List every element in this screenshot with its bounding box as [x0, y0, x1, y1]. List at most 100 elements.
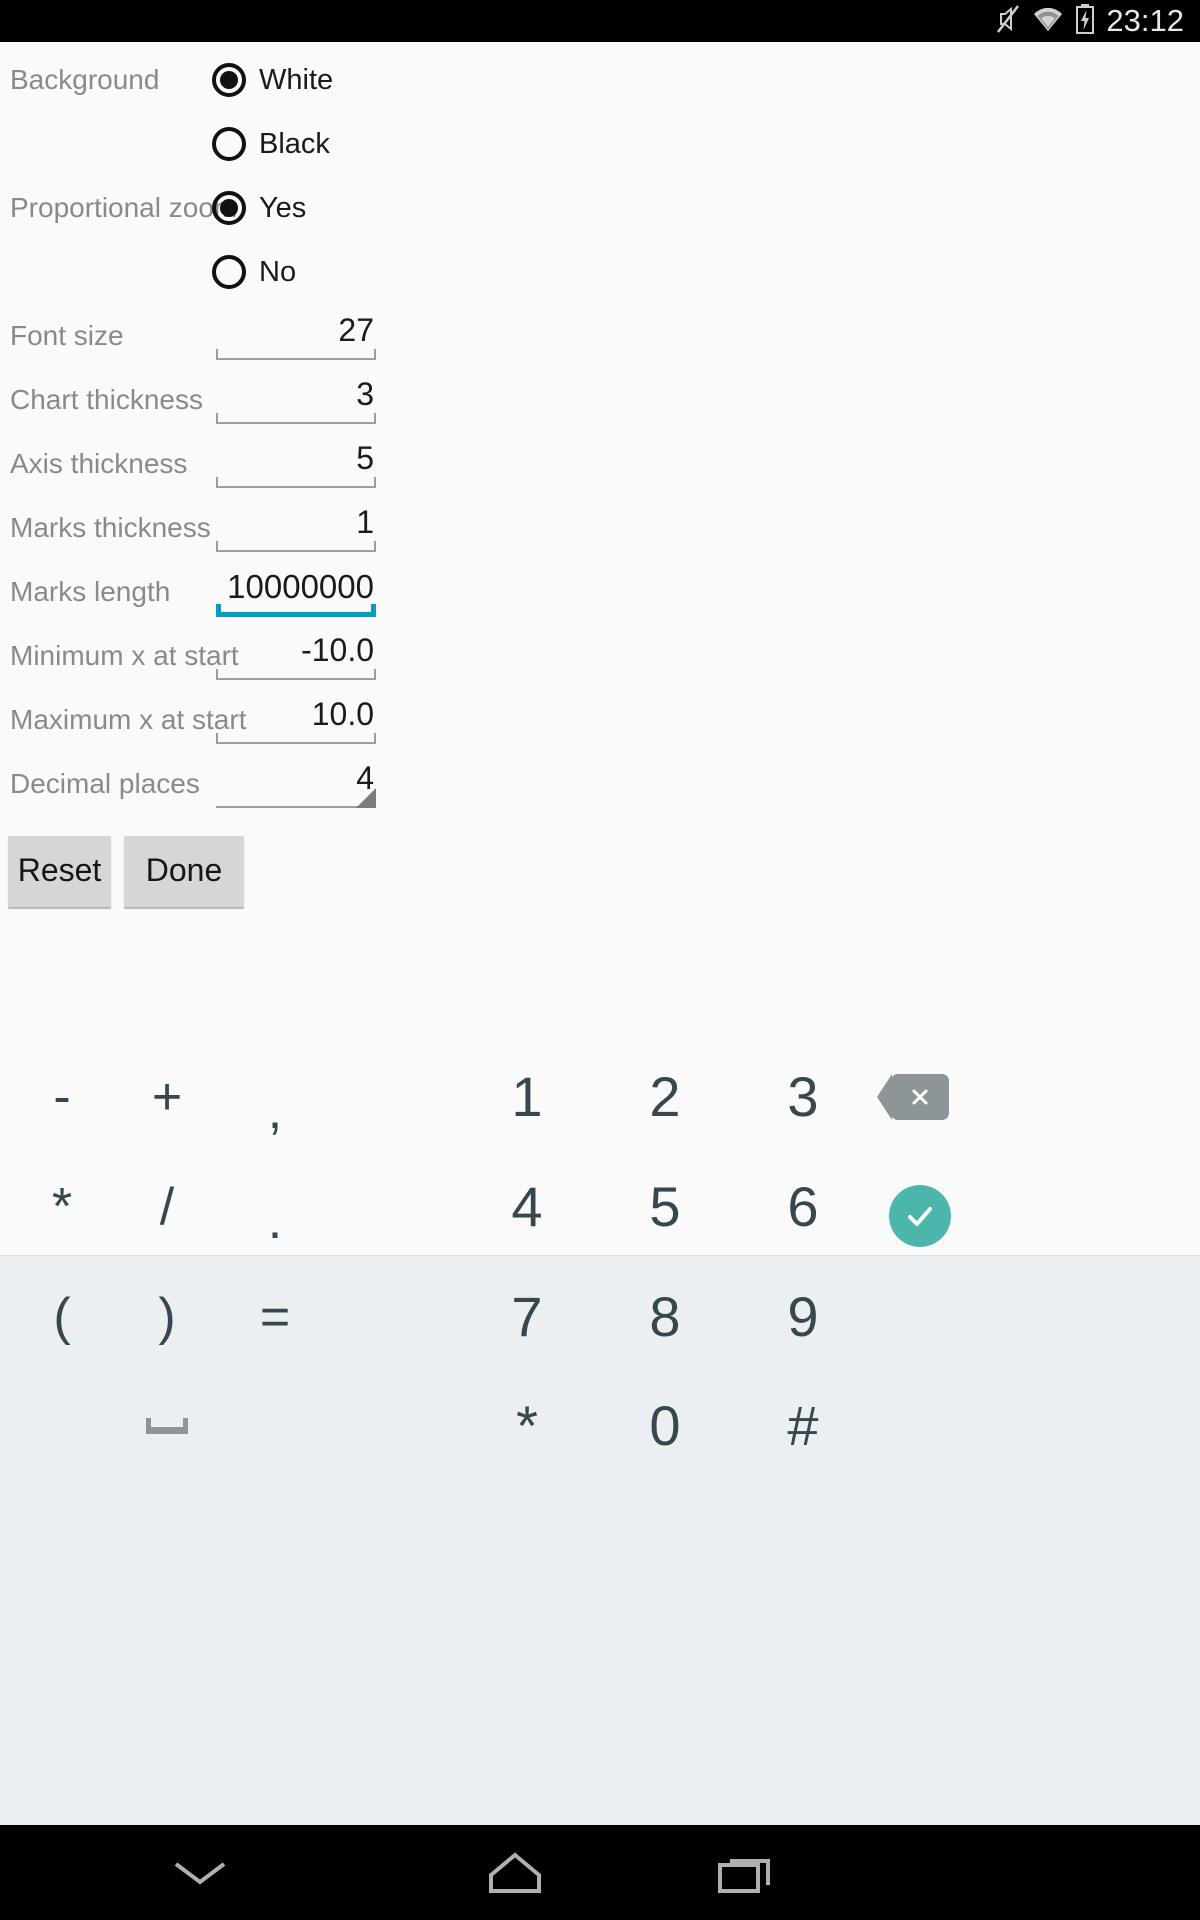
setting-row-maximum-x: Maximum x at start 10.0 — [0, 688, 470, 752]
setting-row-minimum-x: Minimum x at start -10.0 — [0, 624, 470, 688]
label-proportional-zoom: Proportional zoom — [10, 192, 238, 223]
key-5[interactable]: 5 — [645, 1179, 685, 1235]
action-button-row: Reset Done — [0, 816, 470, 907]
radio-label-no: No — [259, 255, 297, 288]
checkmark-icon — [908, 1207, 932, 1226]
input-font-size[interactable]: 27 — [216, 304, 376, 368]
setting-row-proportional-zoom-no: No — [0, 240, 470, 304]
key-7[interactable]: 7 — [507, 1289, 547, 1345]
value-font-size: 27 — [338, 312, 374, 348]
key-open-paren[interactable]: ( — [42, 1291, 82, 1343]
recents-button[interactable] — [630, 1825, 860, 1920]
key-asterisk-left[interactable]: * — [42, 1181, 82, 1233]
key-slash[interactable]: / — [147, 1181, 187, 1233]
spinner-underline — [216, 797, 376, 808]
input-underline — [216, 349, 376, 360]
numeric-keyboard: - + , * / . ( ) = 1 2 3 4 5 6 7 8 9 * 0 … — [0, 1069, 1200, 1825]
value-marks-length: 10000000 — [227, 568, 374, 605]
radio-button-yes[interactable] — [212, 191, 246, 225]
key-close-paren[interactable]: ) — [147, 1291, 187, 1343]
backspace-key[interactable] — [877, 1074, 949, 1120]
close-x-icon — [912, 1089, 928, 1105]
label-marks-thickness: Marks thickness — [10, 512, 211, 543]
key-1[interactable]: 1 — [507, 1069, 547, 1125]
key-comma[interactable]: , — [255, 1085, 295, 1137]
radio-label-black: Black — [259, 127, 330, 160]
input-underline-focused — [216, 604, 376, 617]
setting-row-background-black: Black — [0, 112, 470, 176]
key-period[interactable]: . — [255, 1195, 295, 1247]
status-bar: 23:12 — [0, 0, 1200, 42]
setting-row-background: Background White — [0, 48, 470, 112]
label-decimal-places: Decimal places — [10, 768, 200, 799]
label-marks-length: Marks length — [10, 576, 171, 607]
key-6[interactable]: 6 — [783, 1179, 823, 1235]
label-chart-thickness: Chart thickness — [10, 384, 203, 415]
radio-option-black[interactable]: Black — [212, 127, 330, 161]
setting-row-proportional-zoom: Proportional zoom Yes — [0, 176, 470, 240]
label-maximum-x-at-start: Maximum x at start — [10, 704, 247, 735]
recents-icon — [718, 1858, 770, 1893]
input-maximum-x-at-start[interactable]: 10.0 — [216, 688, 376, 752]
hide-keyboard-button[interactable] — [0, 1825, 400, 1920]
key-asterisk[interactable]: * — [507, 1398, 547, 1454]
label-axis-thickness: Axis thickness — [10, 448, 188, 479]
home-button[interactable] — [400, 1825, 630, 1920]
input-underline — [216, 669, 376, 680]
key-9[interactable]: 9 — [783, 1289, 823, 1345]
label-minimum-x-at-start: Minimum x at start — [10, 640, 239, 671]
keyboard-top-divider — [0, 1255, 1200, 1256]
mute-icon — [995, 4, 1021, 39]
input-underline — [216, 477, 376, 488]
input-underline — [216, 413, 376, 424]
radio-option-no[interactable]: No — [212, 255, 296, 289]
radio-button-no[interactable] — [212, 255, 246, 289]
key-equals[interactable]: = — [255, 1291, 295, 1343]
setting-row-marks-thickness: Marks thickness 1 — [0, 496, 470, 560]
status-bar-clock: 23:12 — [1106, 2, 1184, 38]
value-axis-thickness: 5 — [356, 440, 374, 476]
chevron-down-icon — [174, 1861, 226, 1884]
key-8[interactable]: 8 — [645, 1289, 685, 1345]
input-axis-thickness[interactable]: 5 — [216, 432, 376, 496]
value-marks-thickness: 1 — [356, 504, 374, 540]
label-background: Background — [10, 64, 160, 95]
key-4[interactable]: 4 — [507, 1179, 547, 1235]
navigation-bar — [0, 1825, 1200, 1920]
radio-option-yes[interactable]: Yes — [212, 191, 306, 225]
enter-key[interactable] — [889, 1185, 951, 1247]
key-minus[interactable]: - — [42, 1071, 82, 1123]
key-3[interactable]: 3 — [783, 1069, 823, 1125]
input-underline — [216, 733, 376, 744]
radio-label-yes: Yes — [259, 191, 307, 224]
wifi-icon — [1032, 5, 1064, 38]
input-minimum-x-at-start[interactable]: -10.0 — [216, 624, 376, 688]
radio-button-black[interactable] — [212, 127, 246, 161]
setting-row-axis-thickness: Axis thickness 5 — [0, 432, 470, 496]
setting-row-chart-thickness: Chart thickness 3 — [0, 368, 470, 432]
key-0[interactable]: 0 — [645, 1398, 685, 1454]
key-hash[interactable]: # — [783, 1398, 823, 1454]
setting-row-font-size: Font size 27 — [0, 304, 470, 368]
input-underline — [216, 541, 376, 552]
reset-button[interactable]: Reset — [8, 836, 111, 907]
radio-button-white[interactable] — [212, 63, 246, 97]
settings-form: Background White Black Proportional zoom — [0, 42, 470, 907]
dropdown-triangle-icon — [356, 788, 376, 808]
spinner-decimal-places[interactable]: 4 — [216, 752, 376, 816]
label-font-size: Font size — [10, 320, 124, 351]
key-plus[interactable]: + — [147, 1071, 187, 1123]
radio-option-white[interactable]: White — [212, 63, 333, 97]
value-maximum-x-at-start: 10.0 — [311, 696, 374, 732]
done-button[interactable]: Done — [124, 836, 244, 907]
key-2[interactable]: 2 — [645, 1069, 685, 1125]
android-screen: 23:12 Background White Black Proportiona… — [0, 0, 1200, 1920]
input-chart-thickness[interactable]: 3 — [216, 368, 376, 432]
home-icon — [489, 1851, 541, 1893]
input-marks-thickness[interactable]: 1 — [216, 496, 376, 560]
radio-label-white: White — [259, 63, 334, 96]
setting-row-marks-length: Marks length 10000000 — [0, 560, 470, 624]
space-key[interactable] — [146, 1418, 188, 1434]
battery-charging-icon — [1075, 3, 1095, 39]
input-marks-length[interactable]: 10000000 — [216, 560, 376, 624]
